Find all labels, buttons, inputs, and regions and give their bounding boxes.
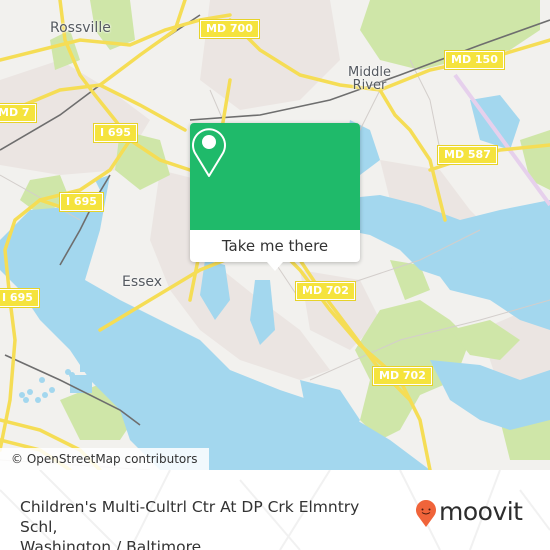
footer: Children's Multi-Cultrl Ctr At DP Crk El… xyxy=(0,470,550,550)
popup-pointer xyxy=(267,262,283,271)
map-pin-icon xyxy=(192,128,226,177)
route-shield-i-695-a: I 695 xyxy=(94,124,137,142)
route-shield-i-695-b: I 695 xyxy=(60,193,103,211)
route-shield-md-702-a: MD 702 xyxy=(296,282,355,300)
location-popup: Take me there xyxy=(190,123,360,271)
moovit-logo: moovit xyxy=(415,497,523,530)
route-shield-md-587: MD 587 xyxy=(438,146,497,164)
take-me-there-button[interactable]: Take me there xyxy=(190,230,360,262)
route-shield-md-150: MD 150 xyxy=(445,51,504,69)
place-label-essex: Essex xyxy=(122,274,163,290)
map[interactable]: Rossville Middle River Essex MD 700 MD 1… xyxy=(0,0,550,470)
moovit-wordmark: moovit xyxy=(439,497,523,526)
place-label-rossville: Rossville xyxy=(50,20,111,36)
route-shield-md-700: MD 700 xyxy=(200,20,259,38)
popup-header xyxy=(190,123,360,230)
place-name-line1: Children's Multi-Cultrl Ctr At DP Crk El… xyxy=(20,498,360,536)
place-label-middle-river: Middle River xyxy=(348,65,391,93)
moovit-pin-icon xyxy=(416,500,436,527)
route-shield-md-702-b: MD 702 xyxy=(373,367,432,385)
route-shield-i-695-c: I 695 xyxy=(0,289,39,307)
route-shield-md-7: MD 7 xyxy=(0,104,36,122)
place-name: Children's Multi-Cultrl Ctr At DP Crk El… xyxy=(20,497,400,550)
place-name-line2: Washington / Baltimore xyxy=(20,538,202,550)
osm-attribution[interactable]: © OpenStreetMap contributors xyxy=(0,448,210,470)
